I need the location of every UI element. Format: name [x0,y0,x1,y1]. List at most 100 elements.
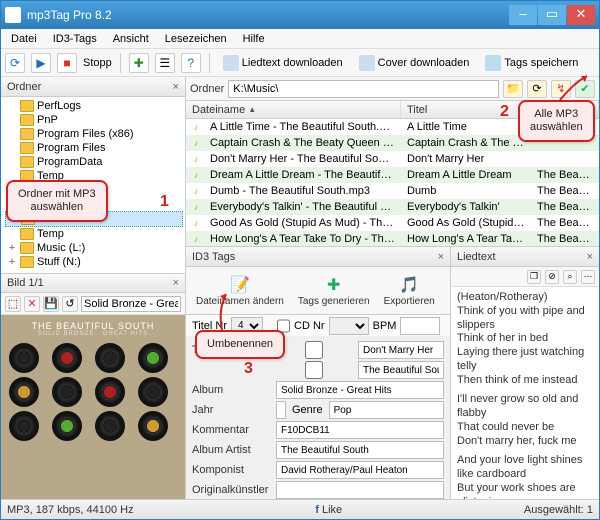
chk-titel[interactable] [276,341,352,359]
status-info: MP3, 187 kbps, 44100 Hz [7,504,134,516]
generate-tags-button[interactable]: ✚Tags generieren [298,275,370,307]
toolbar-btn-a[interactable]: ✚ [129,53,149,73]
lyrics-close[interactable]: × [587,251,593,263]
inp-titel[interactable] [358,341,444,359]
tree-node[interactable]: +Stuff (N:) [5,255,183,269]
file-row[interactable]: ♪How Long's A Tear Take To Dry - The Bea… [186,231,599,247]
folder-pane-header: Ordner × [1,77,185,97]
lyr-btn-3[interactable]: ⌕ [563,270,577,284]
download-cover-button[interactable]: Cover downloaden [354,52,475,74]
status-like[interactable]: Like [322,504,342,516]
mp3-icon: ♪ [188,216,204,230]
folder-icon [20,256,34,268]
chk-interpret[interactable] [276,361,352,379]
file-row[interactable]: ♪Good As Gold (Stupid As Mud) - The Beau… [186,215,599,231]
folder-icon [20,156,34,168]
path-input[interactable] [228,80,499,98]
file-row[interactable]: ♪Everybody's Talkin' - The Beautiful Sou… [186,199,599,215]
image-pane-header: Bild 1/1 × [1,273,185,293]
cover-art[interactable]: THE BEAUTIFUL SOUTH SOLID BRONZE · GREAT… [1,315,185,499]
cover-band: THE BEAUTIFUL SOUTH [7,321,179,331]
mp3-icon: ♪ [188,200,204,214]
cover-name-input[interactable] [81,296,181,312]
window-title: mp3Tag Pro 8.2 [27,8,509,22]
toolbar-btn-b[interactable]: ☰ [155,53,175,73]
tree-node[interactable]: PnP [5,113,183,127]
cover-icon [359,55,375,71]
inp-kommentar[interactable] [276,421,444,439]
folder-pane-close[interactable]: × [173,81,179,93]
tree-node[interactable]: +Music (L:) [5,241,183,255]
callout-3: Umbenennen [195,330,285,359]
refresh-button[interactable]: ⟳ [527,80,547,98]
inp-jahr[interactable] [276,401,286,419]
status-bar: MP3, 187 kbps, 44100 Hz f Like Ausgewähl… [1,499,599,519]
id3-pane-header: ID3 Tags × [186,247,450,267]
help-icon[interactable]: ? [181,53,201,73]
bpm-label: BPM [373,320,397,332]
menu-ansicht[interactable]: Ansicht [107,31,155,47]
minimize-button[interactable]: – [509,5,537,25]
close-button[interactable]: ✕ [567,5,595,25]
lyr-btn-1[interactable]: ❐ [527,270,541,284]
tree-node[interactable]: Program Files [5,141,183,155]
export-icon: 🎵 [397,275,421,295]
image-delete-icon[interactable]: ✕ [24,296,40,312]
image-save-icon[interactable]: 💾 [43,296,59,312]
lyr-btn-4[interactable]: ⋯ [581,270,595,284]
menu-lesezeichen[interactable]: Lesezeichen [159,31,233,47]
id3-pane-close[interactable]: × [438,251,444,263]
lyr-btn-2[interactable]: ⊘ [545,270,559,284]
toolbar: ⟳ ▶ ■ Stopp ✚ ☰ ? Liedtext downloaden Co… [1,49,599,77]
lyrics-pane-header: Liedtext × [451,247,599,267]
file-row[interactable]: ♪Dumb - The Beautiful South.mp3DumbThe B… [186,183,599,199]
menu-datei[interactable]: Datei [5,31,43,47]
stop-button[interactable]: ■ [57,53,77,73]
col-title[interactable]: Titel [401,101,531,118]
mp3-icon: ♪ [188,136,204,150]
inp-interpret[interactable] [358,361,444,379]
inp-genre[interactable] [329,401,444,419]
app-icon [5,7,21,23]
mp3-icon: ♪ [188,232,204,246]
tree-node[interactable]: Temp [5,227,183,241]
toolbar-btn-1[interactable]: ⟳ [5,53,25,73]
annotation-2: 2 [500,103,509,121]
file-row[interactable]: ♪Dream A Little Dream - The Beautiful So… [186,167,599,183]
path-label: Ordner [190,83,224,95]
browse-button[interactable]: 📁 [503,80,523,98]
download-lyrics-button[interactable]: Liedtext downloaden [218,52,348,74]
lbl-album: Album [192,384,270,396]
callout-1: Ordner mit MP3 auswählen [6,180,108,222]
mp3-icon: ♪ [188,168,204,182]
inp-komponist[interactable] [276,461,444,479]
maximize-button[interactable]: ▭ [538,5,566,25]
image-prev-icon[interactable]: ⬚ [5,296,21,312]
lyrics-pane: Liedtext × ❐ ⊘ ⌕ ⋯ (Heaton/Rotheray)Thin… [451,247,599,499]
inp-orig[interactable] [276,481,444,499]
folder-icon [20,114,34,126]
inp-albumartist[interactable] [276,441,444,459]
mp3-icon: ♪ [188,152,204,166]
save-tags-button[interactable]: Tags speichern [480,52,583,74]
image-pane-close[interactable]: × [173,277,179,289]
tag-form: Titel Album JahrGenre Kommentar Album Ar… [186,337,450,499]
image-refresh-icon[interactable]: ↺ [62,296,78,312]
menu-id3tags[interactable]: ID3-Tags [47,31,103,47]
bpm-input[interactable] [400,317,440,335]
file-row[interactable]: ♪Don't Marry Her - The Beautiful South.m… [186,151,599,167]
tree-node[interactable]: ProgramData [5,155,183,169]
menu-hilfe[interactable]: Hilfe [237,31,271,47]
tree-node[interactable]: Program Files (x86) [5,127,183,141]
export-button[interactable]: 🎵Exportieren [384,275,435,307]
tree-node[interactable]: PerfLogs [5,99,183,113]
left-pane: Ordner × PerfLogsPnPProgram Files (x86)P… [1,77,186,499]
lyrics-text[interactable]: (Heaton/Rotheray)Think of you with pipe … [451,287,599,499]
folder-icon [20,100,34,112]
col-filename[interactable]: Dateiname▲ [186,101,401,118]
inp-album[interactable] [276,381,444,399]
lbl-orig: Originalkünstler [192,484,270,496]
cdnr-select[interactable] [329,317,369,335]
play-button[interactable]: ▶ [31,53,51,73]
stop-label: Stopp [83,57,112,69]
